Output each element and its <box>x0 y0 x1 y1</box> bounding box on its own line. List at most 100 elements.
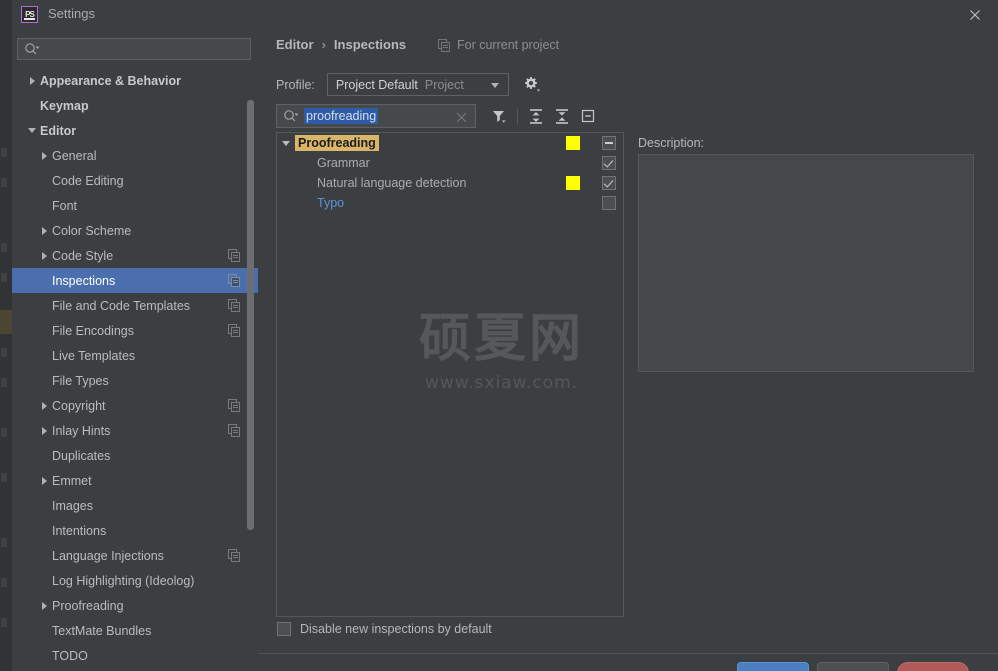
inspection-row[interactable]: Typo <box>277 193 623 213</box>
breadcrumb-parent[interactable]: Editor <box>276 37 314 52</box>
sidebar-item-intentions[interactable]: Intentions <box>12 518 258 543</box>
collapse-all-icon[interactable] <box>551 105 573 127</box>
inspection-enabled-checkbox[interactable] <box>602 156 616 170</box>
sidebar-item-log-highlighting-ideolog[interactable]: Log Highlighting (Ideolog) <box>12 568 258 593</box>
settings-dialog: PS Settings Appearance & Behavior Keymap E… <box>0 0 998 671</box>
description-box <box>638 154 974 372</box>
inspection-enabled-checkbox[interactable] <box>602 196 616 210</box>
ok-button[interactable] <box>737 662 809 671</box>
sidebar-item-label: Color Scheme <box>52 223 132 238</box>
sidebar-item-label: Intentions <box>52 523 107 538</box>
chevron-right-icon[interactable] <box>36 252 52 260</box>
sidebar-item-general[interactable]: General <box>12 143 258 168</box>
clear-icon[interactable] <box>456 110 467 123</box>
sidebar-item-live-templates[interactable]: Live Templates <box>12 343 258 368</box>
sidebar-item-label: Log Highlighting (Ideolog) <box>52 573 195 588</box>
sidebar-item-keymap[interactable]: Keymap <box>12 93 258 118</box>
dialog-buttons <box>0 662 998 671</box>
sidebar-item-label: File and Code Templates <box>52 298 191 313</box>
sidebar-item-textmate-bundles[interactable]: TextMate Bundles <box>12 618 258 643</box>
chevron-down-icon <box>490 83 499 88</box>
sidebar-item-label: File Types <box>52 373 109 388</box>
inspection-search-box[interactable]: proofreading <box>276 104 476 128</box>
inspection-row[interactable]: Grammar <box>277 153 623 173</box>
sidebar-item-code-editing[interactable]: Code Editing <box>12 168 258 193</box>
search-icon <box>283 109 299 123</box>
window-title: Settings <box>48 6 95 21</box>
sidebar-item-inlay-hints[interactable]: Inlay Hints <box>12 418 258 443</box>
disable-new-inspections-checkbox[interactable]: Disable new inspections by default <box>277 622 492 636</box>
sidebar-item-language-injections[interactable]: Language Injections <box>12 543 258 568</box>
sidebar-item-label: Live Templates <box>52 348 136 363</box>
watermark-url: www.sxiaw.com. <box>424 373 579 393</box>
filter-icon[interactable] <box>488 105 510 127</box>
inspections-toolbar: proofreading <box>276 104 603 128</box>
inspection-enabled-checkbox[interactable] <box>602 176 616 190</box>
inspection-row[interactable]: Proofreading <box>277 133 623 153</box>
description-label: Description: <box>638 136 704 150</box>
sidebar-item-images[interactable]: Images <box>12 493 258 518</box>
settings-sidebar: Appearance & Behavior Keymap Editor General… <box>12 30 258 671</box>
sidebar-item-file-encodings[interactable]: File Encodings <box>12 318 258 343</box>
sidebar-item-appearance-behavior[interactable]: Appearance & Behavior <box>12 68 258 93</box>
sidebar-item-label: File Encodings <box>52 323 134 338</box>
inspection-name: Natural language detection <box>317 176 467 190</box>
sidebar-scrollbar-thumb[interactable] <box>247 100 254 530</box>
collapse-panel-icon[interactable] <box>577 105 599 127</box>
chevron-down-icon[interactable] <box>277 141 295 146</box>
profile-scope: Project <box>424 77 464 92</box>
sidebar-item-label: TextMate Bundles <box>52 623 152 638</box>
chevron-right-icon[interactable] <box>36 602 52 610</box>
background-window-strip <box>0 0 12 671</box>
sidebar-item-label: Editor <box>40 123 77 138</box>
phpstorm-icon: PS <box>21 6 38 23</box>
scope-note: For current project <box>438 38 559 52</box>
chevron-right-icon[interactable] <box>36 227 52 235</box>
chevron-right-icon[interactable] <box>36 152 52 160</box>
inspection-enabled-checkbox[interactable] <box>602 136 616 150</box>
sidebar-item-label: Copyright <box>52 398 106 413</box>
sidebar-item-color-scheme[interactable]: Color Scheme <box>12 218 258 243</box>
chevron-right-icon[interactable] <box>36 402 52 410</box>
sidebar-search-input[interactable] <box>40 42 239 56</box>
toolbar-divider <box>517 107 518 125</box>
profile-row: Profile: Project Default Project <box>276 73 541 96</box>
cancel-button[interactable] <box>817 662 889 671</box>
inspection-name: Proofreading <box>295 135 379 151</box>
sidebar-search-box[interactable] <box>17 38 251 60</box>
scope-note-label: For current project <box>457 38 560 52</box>
chevron-right-icon[interactable] <box>36 477 52 485</box>
sidebar-item-duplicates[interactable]: Duplicates <box>12 443 258 468</box>
chevron-right-icon[interactable] <box>24 77 40 85</box>
breadcrumb-current: Inspections <box>333 37 407 52</box>
footer-divider <box>258 653 998 654</box>
severity-swatch[interactable] <box>566 176 580 190</box>
sidebar-item-proofreading[interactable]: Proofreading <box>12 593 258 618</box>
chevron-down-icon[interactable] <box>24 128 40 133</box>
sidebar-item-inspections[interactable]: Inspections <box>12 268 258 293</box>
copy-settings-icon <box>438 38 451 52</box>
sidebar-item-code-style[interactable]: Code Style <box>12 243 258 268</box>
inspections-tree: Proofreading Grammar Natural language dete… <box>276 132 624 617</box>
sidebar-item-copyright[interactable]: Copyright <box>12 393 258 418</box>
profile-dropdown[interactable]: Project Default Project <box>326 73 509 96</box>
inspection-search-input[interactable]: proofreading <box>304 108 379 124</box>
inspection-row[interactable]: Natural language detection <box>277 173 623 193</box>
sidebar-item-emmet[interactable]: Emmet <box>12 468 258 493</box>
chevron-right-icon[interactable] <box>36 427 52 435</box>
title-bar: PS Settings <box>12 0 998 30</box>
breadcrumb-separator: › <box>321 37 326 52</box>
gear-icon[interactable] <box>521 75 541 95</box>
sidebar-item-file-types[interactable]: File Types <box>12 368 258 393</box>
close-icon[interactable] <box>965 5 985 25</box>
copy-settings-icon <box>228 299 241 312</box>
sidebar-item-editor[interactable]: Editor <box>12 118 258 143</box>
sidebar-item-file-and-code-templates[interactable]: File and Code Templates <box>12 293 258 318</box>
sidebar-item-font[interactable]: Font <box>12 193 258 218</box>
sidebar-scrollbar-track[interactable] <box>247 68 256 668</box>
severity-swatch[interactable] <box>566 136 580 150</box>
sidebar-item-label: Appearance & Behavior <box>40 73 182 88</box>
settings-tree: Appearance & Behavior Keymap Editor General… <box>12 68 258 668</box>
expand-all-icon[interactable] <box>525 105 547 127</box>
apply-button[interactable] <box>897 662 969 671</box>
